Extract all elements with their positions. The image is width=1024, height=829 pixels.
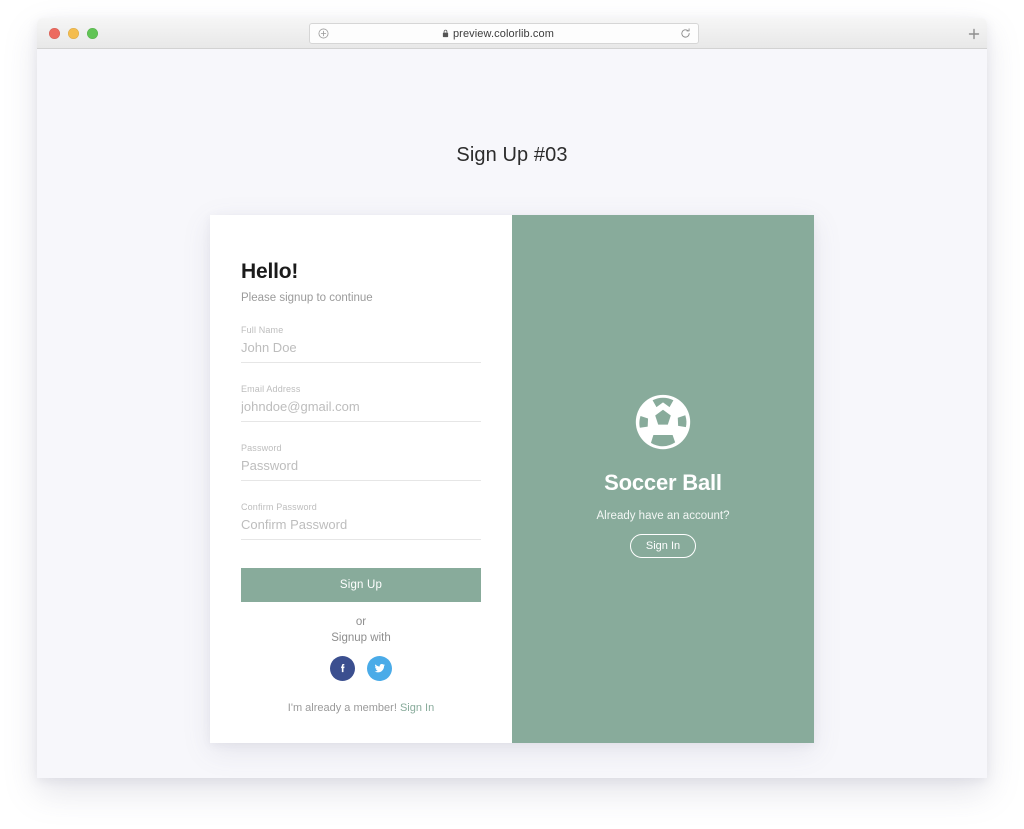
signin-link[interactable]: Sign In [400, 702, 434, 714]
input-password[interactable] [241, 453, 481, 481]
lock-icon [442, 29, 449, 38]
url-text-group[interactable]: preview.colorlib.com [324, 28, 672, 40]
signup-submit-button[interactable]: Sign Up [241, 568, 481, 602]
browser-titlebar: preview.colorlib.com [37, 18, 987, 49]
maximize-window-button[interactable] [87, 28, 98, 39]
existing-member-text: I'm already a member! [287, 702, 397, 714]
field-full-name: Full Name [241, 325, 481, 363]
have-account-prompt: Already have an account? [596, 509, 730, 522]
form-subtitle: Please signup to continue [241, 292, 373, 304]
new-tab-button[interactable] [965, 25, 983, 43]
label-password: Password [241, 443, 282, 453]
signup-card: Hello! Please signup to continue Full Na… [210, 215, 814, 743]
field-confirm-password: Confirm Password [241, 502, 481, 540]
soccer-ball-icon [634, 393, 692, 456]
brand-panel: Soccer Ball Already have an account? Sig… [512, 215, 814, 743]
signup-with-label: Signup with [331, 632, 391, 644]
input-email[interactable] [241, 394, 481, 422]
minimize-window-button[interactable] [68, 28, 79, 39]
page-viewport: Sign Up #03 Hello! Please signup to cont… [37, 49, 987, 778]
form-heading: Hello! [241, 260, 299, 283]
twitter-icon[interactable] [367, 656, 392, 681]
browser-window: preview.colorlib.com Sign Up #03 Hello! … [37, 18, 987, 778]
brand-title: Soccer Ball [604, 469, 722, 495]
facebook-icon[interactable] [330, 656, 355, 681]
close-window-button[interactable] [49, 28, 60, 39]
input-full-name[interactable] [241, 335, 481, 363]
social-login-row [241, 656, 481, 681]
label-confirm-password: Confirm Password [241, 502, 317, 512]
page-title: Sign Up #03 [456, 144, 568, 166]
url-text: preview.colorlib.com [452, 27, 555, 40]
label-email: Email Address [241, 384, 301, 394]
field-email: Email Address [241, 384, 481, 422]
window-controls[interactable] [49, 28, 98, 39]
signup-form-panel: Hello! Please signup to continue Full Na… [210, 215, 512, 743]
field-password: Password [241, 443, 481, 481]
input-confirm-password[interactable] [241, 512, 481, 540]
existing-member-line: I'm already a member! Sign In [241, 702, 481, 714]
label-full-name: Full Name [241, 325, 284, 335]
panel-signin-button[interactable]: Sign In [629, 533, 697, 558]
address-bar[interactable]: preview.colorlib.com [309, 23, 699, 44]
reload-icon[interactable] [672, 28, 698, 39]
or-divider-label: or [355, 616, 367, 628]
